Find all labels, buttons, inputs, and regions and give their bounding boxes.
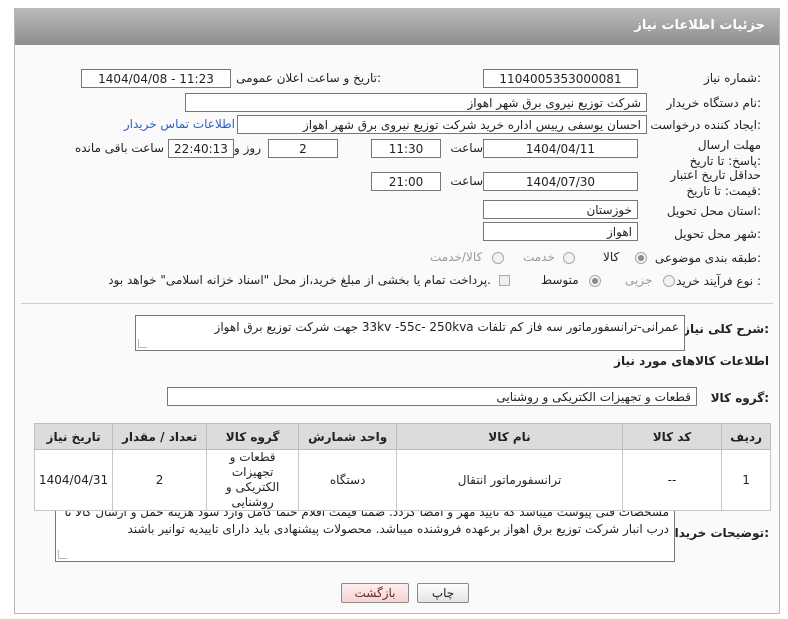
province-field: خوزستان <box>483 200 638 219</box>
validity-label: حداقل تاریخ اعتبار قیمت: تا تاریخ: <box>670 168 761 198</box>
cell-name: ترانسفورماتور انتقال <box>396 449 623 511</box>
col-code: کد کالا <box>621 423 723 450</box>
remaining-time-field: 22:40:13 <box>168 139 234 158</box>
table-row: 1 -- ترانسفورماتور انتقال دستگاه قطعات و… <box>33 449 771 511</box>
category-radio-goods-service[interactable] <box>492 252 504 264</box>
city-label: شهر محل تحویل: <box>674 227 761 241</box>
description-label: شرح کلی نیاز: <box>683 322 769 336</box>
category-option-goods-service: کالا/خدمت <box>430 250 483 264</box>
goods-table-header: ردیف کد کالا نام کالا واحد شمارش گروه کا… <box>33 423 771 450</box>
buyer-notes-label: توضیحات خریدار: <box>667 526 769 540</box>
requester-label: ایجاد کننده درخواست: <box>650 118 761 132</box>
announce-label: تاریخ و ساعت اعلان عمومی: <box>236 71 381 85</box>
deadline-time-label: ساعت <box>450 141 483 155</box>
col-need-date: تاریخ نیاز <box>33 423 114 450</box>
deadline-days-field: 2 <box>268 139 338 158</box>
process-label: نوع فرآیند خرید : <box>676 274 761 288</box>
deadline-label: مهلت ارسال پاسخ: تا تاریخ: <box>689 138 761 168</box>
city-field: اهواز <box>483 222 638 241</box>
col-row: ردیف <box>721 423 771 450</box>
treasury-payment-checkbox[interactable] <box>499 275 510 286</box>
section-divider <box>21 303 773 304</box>
category-radio-service[interactable] <box>563 252 575 264</box>
process-radio-minor[interactable] <box>663 275 675 287</box>
announce-field: 1404/04/08 - 11:23 <box>81 69 231 88</box>
process-radio-medium[interactable] <box>589 275 601 287</box>
back-button[interactable]: بازگشت <box>341 583 409 603</box>
deadline-days-label: روز و <box>234 141 261 155</box>
requester-field: احسان یوسفی رییس اداره خرید شرکت توزیع ن… <box>237 115 647 134</box>
buyer-org-label: نام دستگاه خریدار: <box>666 96 762 110</box>
validity-date-field: 1404/07/30 <box>483 172 638 191</box>
category-option-service: خدمت <box>523 250 555 264</box>
category-option-goods: کالا <box>603 250 620 264</box>
remaining-time-label: ساعت باقی مانده <box>74 141 164 155</box>
cell-quantity: 2 <box>112 449 208 511</box>
buyer-org-field: شرکت توزیع نیروی برق شهر اهواز <box>185 93 647 112</box>
need-number-label: شماره نیاز: <box>703 71 761 85</box>
cell-row: 1 <box>721 449 771 511</box>
validity-time-label: ساعت <box>450 174 483 188</box>
need-number-field: 1104005353000081 <box>483 69 638 88</box>
panel-title: جزئیات اطلاعات نیاز <box>634 18 765 33</box>
print-button[interactable]: چاپ <box>417 583 469 603</box>
category-label: طبقه بندی موضوعی: <box>654 251 761 265</box>
treasury-payment-note: پرداخت تمام یا بخشی از مبلغ خرید،از محل … <box>108 273 491 287</box>
validity-time-field: 21:00 <box>371 172 441 191</box>
goods-section-title: اطلاعات کالاهای مورد نیاز <box>614 354 769 368</box>
resize-grip-icon[interactable] <box>138 339 147 348</box>
resize-grip-icon[interactable] <box>58 550 67 559</box>
goods-group-label: گروه کالا: <box>710 391 769 405</box>
col-quantity: تعداد / مقدار <box>112 423 208 450</box>
description-textarea: عمرانی-ترانسفورماتور سه فاز کم تلفات 33k… <box>135 315 685 351</box>
province-label: استان محل تحویل: <box>666 204 761 218</box>
deadline-date-field: 1404/04/11 <box>483 139 638 158</box>
goods-group-field: قطعات و تجهیزات الکتریکی و روشنایی <box>167 387 697 406</box>
col-name: نام کالا <box>396 423 623 450</box>
description-text: عمرانی-ترانسفورماتور سه فاز کم تلفات 33k… <box>214 320 679 334</box>
panel-header: جزئیات اطلاعات نیاز <box>15 9 779 45</box>
buyer-contact-link[interactable]: اطلاعات تماس خریدار <box>124 117 235 131</box>
cell-unit: دستگاه <box>298 449 398 511</box>
col-unit: واحد شمارش <box>298 423 398 450</box>
goods-table: ردیف کد کالا نام کالا واحد شمارش گروه کا… <box>33 423 771 511</box>
col-group: گروه کالا <box>206 423 300 450</box>
process-option-minor: جزیی <box>625 273 653 287</box>
cell-need-date: 1404/04/31 <box>33 449 114 511</box>
cell-group: قطعات و تجهیزات الکتریکی و روشنایی <box>206 449 300 511</box>
category-radio-goods[interactable] <box>635 252 647 264</box>
deadline-time-field: 11:30 <box>371 139 441 158</box>
need-details-panel: جزئیات اطلاعات نیاز شماره نیاز: 11040053… <box>14 8 780 614</box>
cell-code: -- <box>621 449 723 511</box>
process-option-medium: متوسط <box>541 273 579 287</box>
